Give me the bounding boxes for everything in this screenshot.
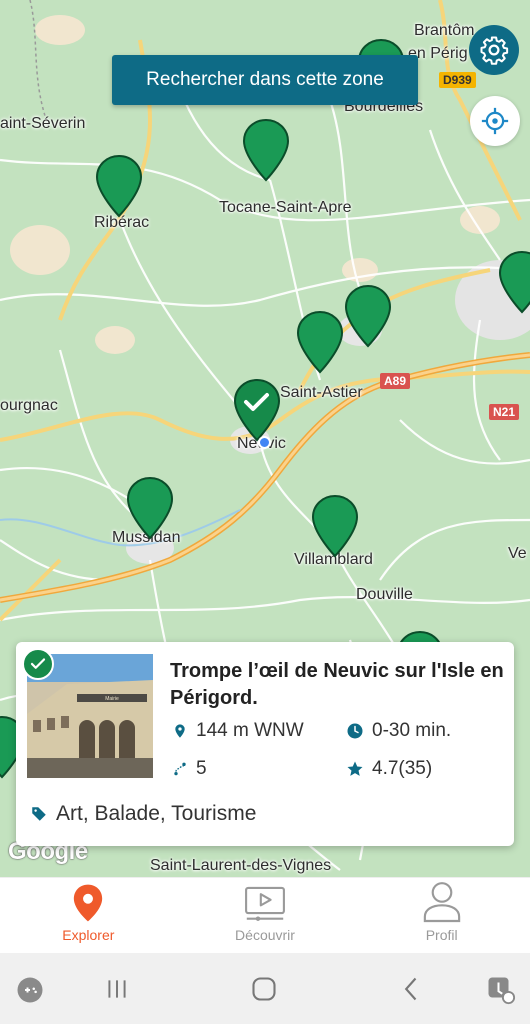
poi-duration: 0-30 min.: [346, 720, 451, 742]
settings-button[interactable]: [469, 25, 519, 75]
poi-card[interactable]: Mairie Trompe l’œil de Neuvic sur l'Isle…: [16, 642, 514, 846]
visited-badge: [22, 648, 54, 680]
poi-photo-sign: Mairie: [105, 696, 119, 702]
map-pin[interactable]: [126, 476, 174, 540]
search-this-area-button[interactable]: Rechercher dans cette zone: [112, 55, 418, 105]
recent-apps-icon[interactable]: [104, 975, 130, 1003]
place-label: Tocane-Saint-Apre: [219, 199, 352, 216]
map-pin[interactable]: [242, 118, 290, 182]
map-pin-check-icon: [233, 378, 281, 442]
tab-profil-label: Profil: [425, 927, 458, 943]
map-pin[interactable]: [344, 284, 392, 348]
tab-decouvrir[interactable]: Découvrir: [177, 878, 354, 953]
clock-icon: [347, 723, 363, 739]
poi-distance-value: 144 m WNW: [196, 720, 304, 741]
map-pin-icon: [126, 476, 174, 540]
map-pin-selected[interactable]: [233, 378, 281, 442]
star-icon: [347, 761, 363, 776]
road-badge-d939: D939: [439, 72, 476, 88]
map-pin-icon: [242, 118, 290, 182]
accessibility-icon[interactable]: [486, 975, 516, 1005]
current-location-dot: [258, 436, 271, 449]
poi-title: Trompe l’œil de Neuvic sur l'Isle en Pér…: [170, 660, 504, 709]
poi-distance: 144 m WNW: [172, 720, 304, 742]
check-icon: [30, 658, 46, 669]
place-label: ourgnac: [0, 397, 58, 414]
poi-steps: 5: [172, 758, 207, 780]
place-label: Saint-Astier: [280, 384, 363, 401]
poi-rating: 4.7(35): [346, 758, 432, 780]
game-launcher-icon[interactable]: [15, 975, 45, 1005]
tag-icon: [32, 807, 46, 821]
map-pin-icon: [311, 494, 359, 558]
gear-icon: [480, 36, 509, 65]
home-icon[interactable]: [250, 975, 278, 1003]
map-pin-icon: [296, 310, 344, 374]
road-badge-n21: N21: [489, 404, 520, 420]
place-label: Brantôm: [414, 22, 475, 39]
route-icon: [174, 762, 186, 776]
locate-me-button[interactable]: [470, 96, 520, 146]
poi-rating-value: 4.7(35): [372, 758, 433, 779]
poi-tags-value: Art, Balade, Tourisme: [56, 802, 257, 825]
map-pin-tab-icon: [74, 884, 103, 922]
place-label: Ve: [508, 545, 527, 562]
map-pin-icon: [344, 284, 392, 348]
map-pin[interactable]: [296, 310, 344, 374]
back-icon[interactable]: [398, 975, 426, 1003]
map-pin-icon: [95, 154, 143, 218]
map-pin[interactable]: [498, 250, 530, 314]
poi-tags: Art, Balade, Tourisme: [30, 802, 256, 826]
poi-duration-value: 0-30 min.: [372, 720, 452, 741]
location-pin-icon: [175, 724, 185, 738]
tab-profil[interactable]: Profil: [353, 878, 530, 953]
bottom-navigation: Explorer Découvrir Profil: [0, 877, 530, 953]
place-label: Saint-Laurent-des-Vignes: [150, 857, 332, 874]
crosshair-icon: [481, 107, 509, 135]
video-player-icon: [245, 886, 285, 921]
system-navigation-bar: [0, 953, 530, 1024]
poi-steps-value: 5: [196, 758, 207, 779]
map-pin-icon: [498, 250, 530, 314]
place-label: Douville: [356, 586, 413, 603]
tab-explorer-label: Explorer: [62, 927, 115, 943]
map-pin[interactable]: [95, 154, 143, 218]
tab-decouvrir-label: Découvrir: [235, 927, 295, 943]
tab-explorer[interactable]: Explorer: [0, 878, 177, 953]
road-badge-a89: A89: [380, 373, 411, 389]
user-icon: [423, 882, 460, 923]
place-label: aint-Séverin: [0, 115, 86, 132]
map-pin[interactable]: [311, 494, 359, 558]
